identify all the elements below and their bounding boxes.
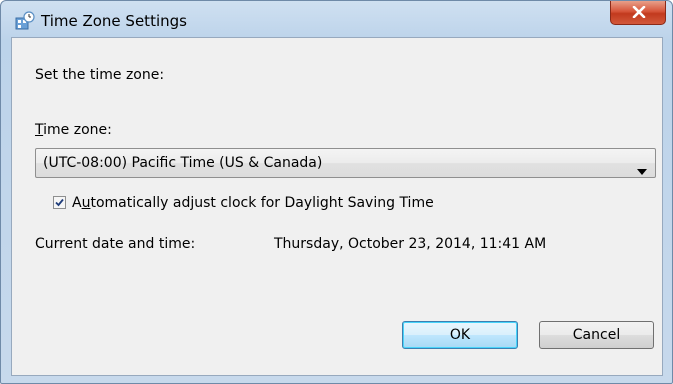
dst-checkbox[interactable] (53, 196, 66, 209)
time-zone-select[interactable]: (UTC-08:00) Pacific Time (US & Canada) (35, 148, 656, 178)
time-zone-settings-window: Time Zone Settings Set the time zone: Ti… (0, 0, 673, 384)
window-title: Time Zone Settings (41, 12, 187, 30)
time-zone-selected-value: (UTC-08:00) Pacific Time (US & Canada) (43, 155, 323, 171)
time-zone-label-rest: ime zone: (43, 122, 112, 138)
title-bar[interactable]: Time Zone Settings (1, 1, 672, 37)
current-date-label: Current date and time: (35, 236, 196, 252)
time-zone-label-accesskey: T (35, 122, 44, 138)
checkmark-icon (55, 198, 64, 207)
dst-label-rest: tomatically adjust clock for Daylight Sa… (90, 195, 434, 211)
ok-button[interactable]: OK (402, 321, 518, 349)
dst-label-start: A (72, 195, 82, 211)
chevron-down-icon (637, 160, 647, 179)
instruction-text: Set the time zone: (35, 67, 165, 83)
close-button[interactable] (610, 1, 666, 25)
close-icon (632, 6, 646, 18)
cancel-button[interactable]: Cancel (539, 321, 654, 349)
time-zone-label: Time zone: (35, 121, 112, 139)
current-date-value: Thursday, October 23, 2014, 11:41 AM (274, 236, 547, 252)
clock-globe-icon (15, 11, 35, 31)
dst-checkbox-label[interactable]: Automatically adjust clock for Daylight … (72, 194, 434, 212)
